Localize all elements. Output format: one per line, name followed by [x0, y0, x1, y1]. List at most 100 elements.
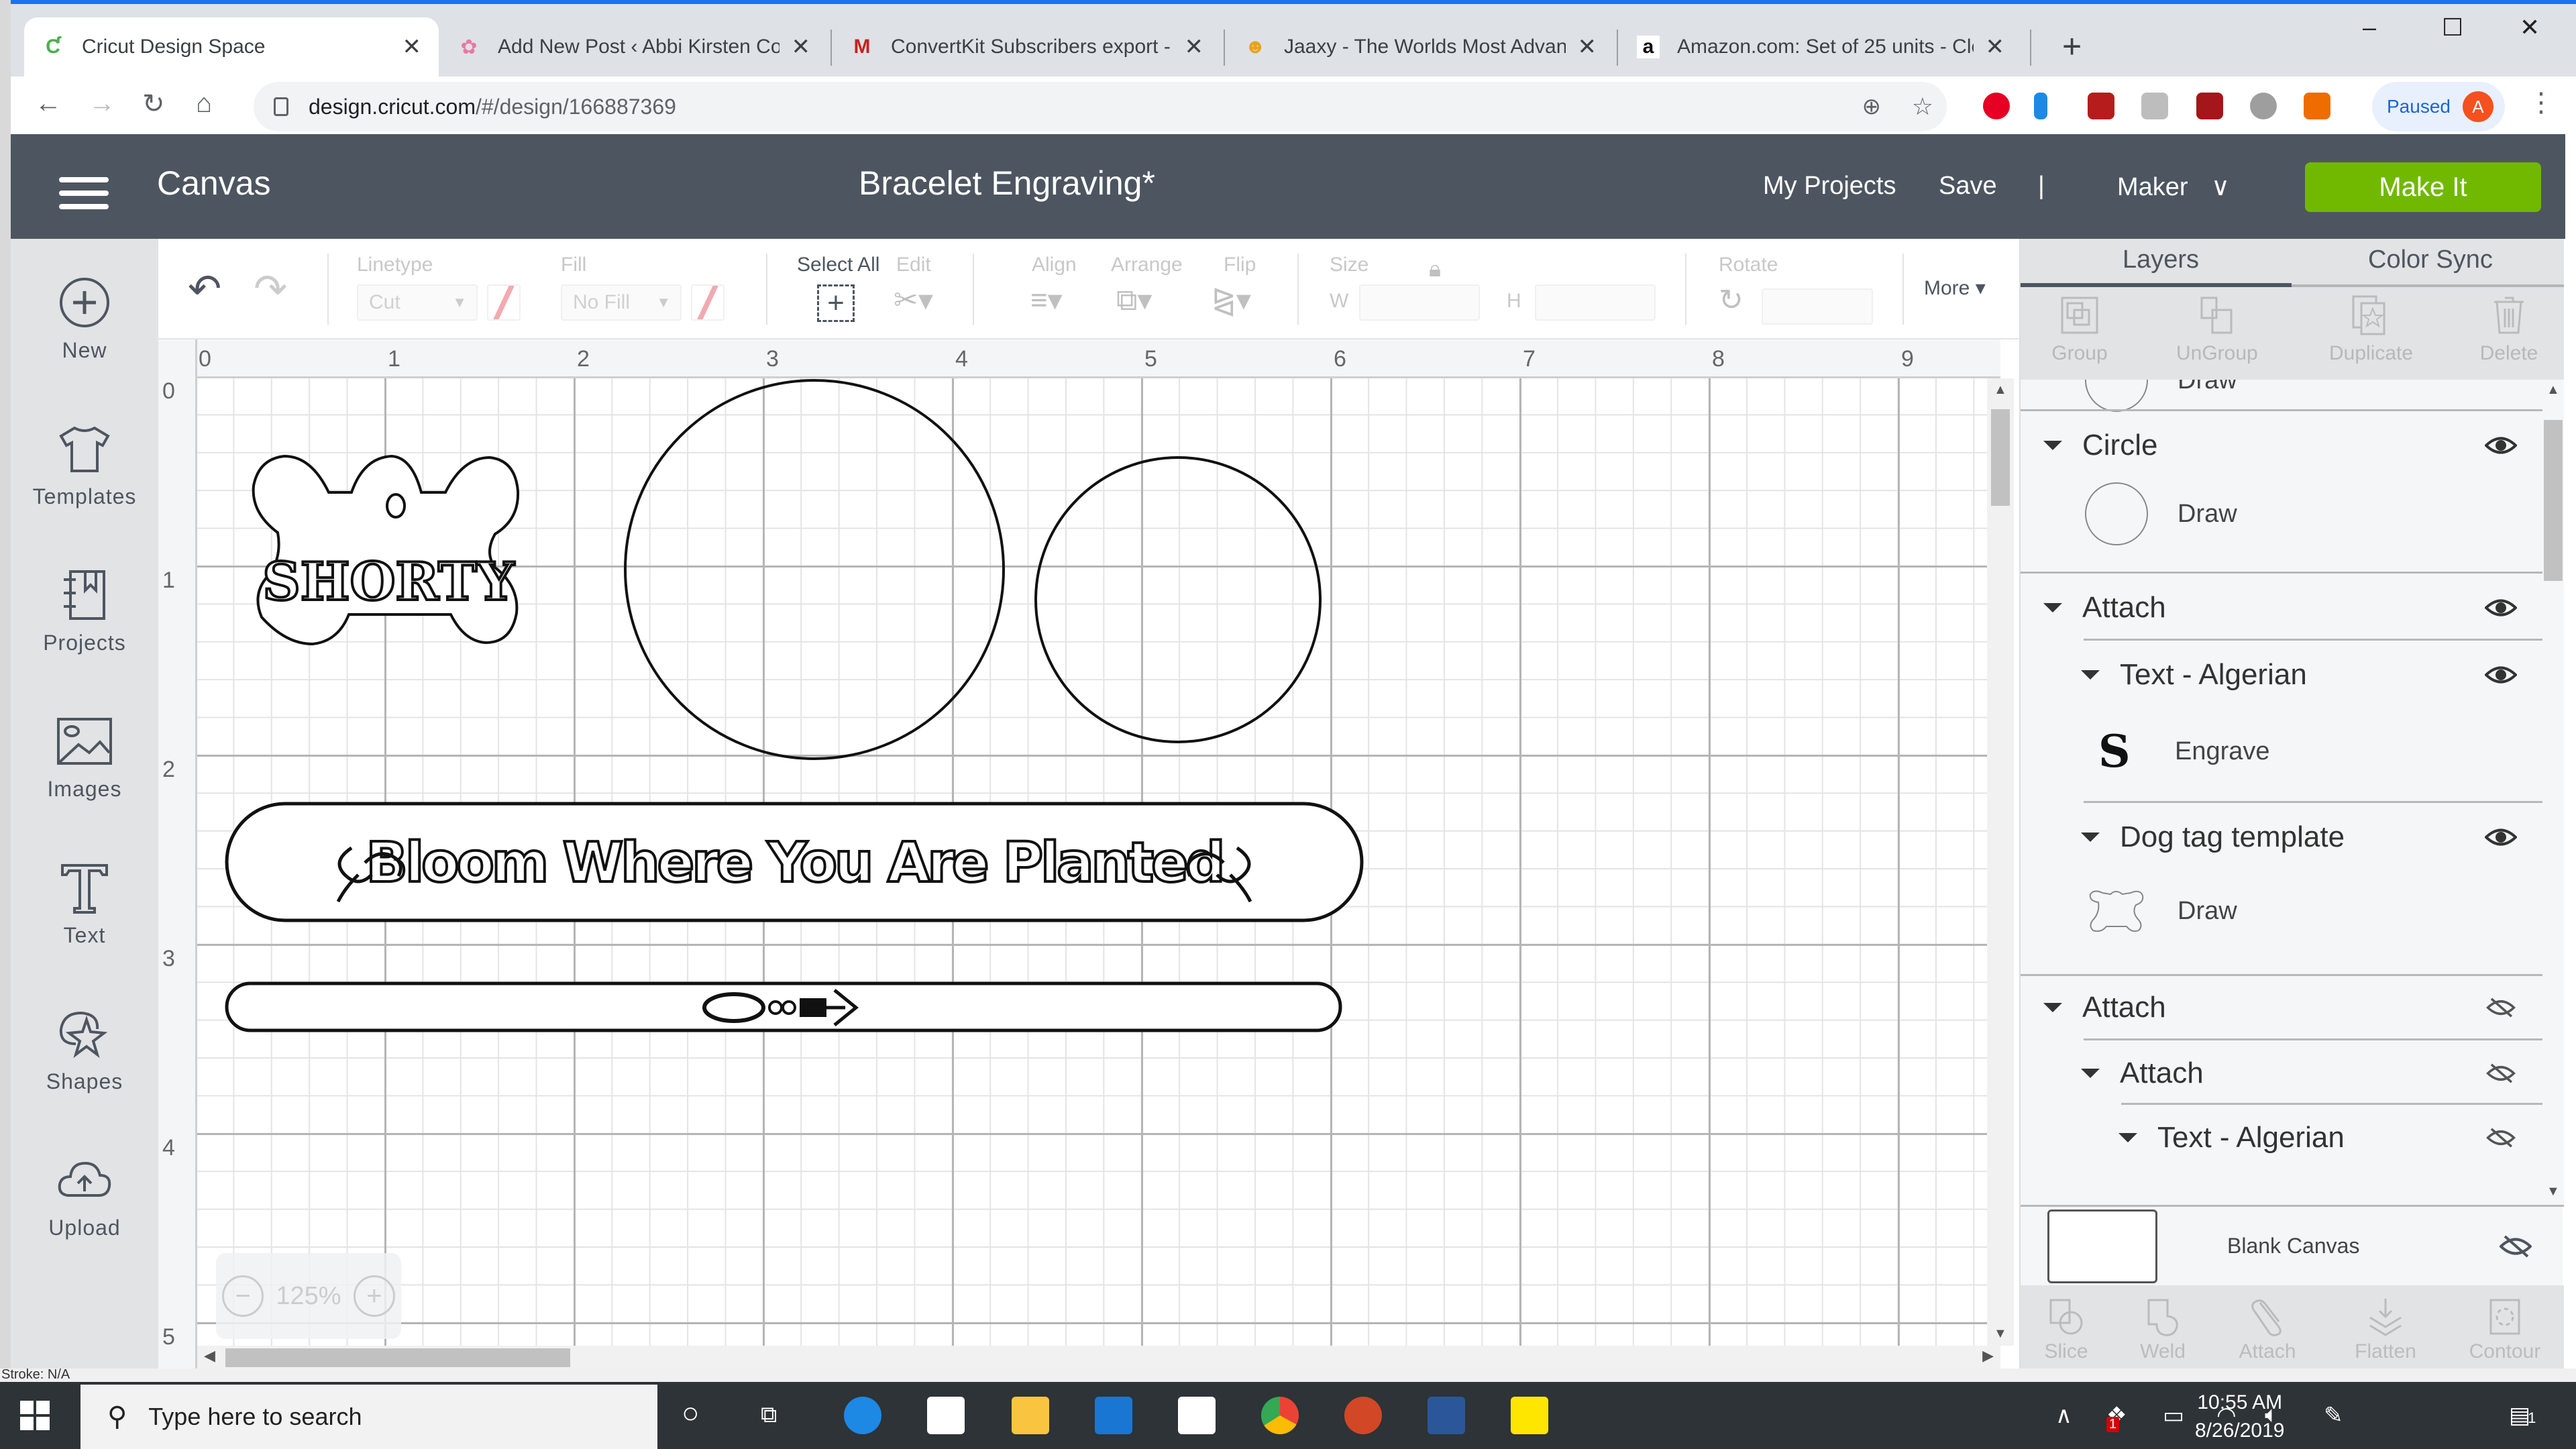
canvas-color-swatch[interactable]	[2047, 1209, 2157, 1283]
sidebar-item-shapes[interactable]: Shapes	[11, 1005, 158, 1151]
caret-down-icon[interactable]	[2081, 1069, 2100, 1078]
powerpoint-icon[interactable]	[1344, 1397, 1382, 1434]
scrollbar-thumb[interactable]	[2544, 420, 2563, 581]
profile-button[interactable]: Paused A	[2372, 82, 2505, 131]
eye-hidden-icon[interactable]	[2485, 998, 2517, 1018]
lock-aspect-icon[interactable]: 🔒︎	[1429, 256, 1441, 282]
hamburger-menu-icon[interactable]	[59, 177, 109, 209]
layer-group-dog-tag[interactable]: Dog tag template	[2021, 810, 2544, 864]
eye-hidden-icon[interactable]	[2485, 1063, 2517, 1083]
flatten-button[interactable]: Flatten	[2345, 1297, 2426, 1363]
close-tab-icon[interactable]: ✕	[1185, 34, 1204, 60]
browser-tab-jaaxy[interactable]: ☻ Jaaxy - The Worlds Most Advance ✕	[1226, 17, 1614, 76]
app-icon[interactable]	[1095, 1397, 1132, 1434]
layer-group-attach[interactable]: Attach	[2021, 581, 2544, 635]
acrobat-icon[interactable]	[2196, 93, 2223, 119]
system-clock[interactable]: 10:55 AM 8/26/2019	[2195, 1389, 2284, 1445]
layers-scrollbar[interactable]: ▲ ▼	[2542, 380, 2564, 1205]
fill-select[interactable]: No Fill ▼	[561, 284, 682, 321]
caret-down-icon[interactable]	[2118, 1133, 2137, 1142]
undo-icon[interactable]: ↶	[188, 266, 221, 313]
layer-item[interactable]: Draw	[2021, 480, 2544, 547]
linetype-color-swatch[interactable]	[487, 284, 521, 321]
ungroup-button[interactable]: UnGroup	[2176, 294, 2258, 365]
scroll-up-icon[interactable]: ▲	[2546, 382, 2560, 398]
close-window-button[interactable]: ✕	[2520, 13, 2540, 42]
extension-icon[interactable]	[2034, 93, 2047, 119]
caret-down-icon[interactable]	[2043, 441, 2062, 450]
sidebar-item-images[interactable]: Images	[11, 712, 158, 859]
layer-group-text-algerian[interactable]: Text - Algerian	[2021, 648, 2544, 702]
scroll-down-icon[interactable]: ▼	[2546, 1184, 2560, 1199]
large-circle-object[interactable]	[624, 379, 1005, 760]
back-icon[interactable]: ←	[35, 89, 62, 119]
cortana-icon[interactable]: ○	[682, 1397, 700, 1430]
browser-tab-convertkit[interactable]: M ConvertKit Subscribers export - a ✕	[833, 17, 1221, 76]
canvas-horizontal-scrollbar[interactable]: ◀ ▶	[197, 1346, 2000, 1368]
linetype-select[interactable]: Cut ▼	[357, 284, 478, 321]
zoom-in-button[interactable]: +	[353, 1275, 395, 1317]
rotate-input[interactable]	[1762, 288, 1873, 325]
design-canvas[interactable]: SHORTY Bloom Where You Are Planted	[197, 378, 2000, 1346]
layer-group-attach-nested[interactable]: Attach	[2021, 1046, 2544, 1100]
bookmark-star-icon[interactable]: ☆	[1912, 93, 1933, 121]
layer-group-attach-hidden[interactable]: Attach	[2021, 981, 2544, 1034]
sticky-notes-icon[interactable]	[1511, 1397, 1548, 1434]
word-icon[interactable]	[1428, 1397, 1465, 1434]
scroll-right-icon[interactable]: ▶	[1982, 1347, 1994, 1364]
eye-icon[interactable]	[2485, 665, 2517, 685]
my-projects-link[interactable]: My Projects	[1763, 172, 1896, 201]
taskbar-search[interactable]: ⚲ Type here to search	[80, 1385, 657, 1449]
chrome-icon[interactable]	[1261, 1397, 1299, 1434]
eye-hidden-icon[interactable]	[2485, 1128, 2517, 1148]
sidebar-item-projects[interactable]: Projects	[11, 566, 158, 712]
pen-icon[interactable]: ✎	[2324, 1402, 2343, 1429]
sidebar-item-text[interactable]: Text	[11, 859, 158, 1005]
bracelet-thin-object[interactable]	[225, 981, 1342, 1032]
group-button[interactable]: Group	[2039, 294, 2120, 365]
new-tab-button[interactable]: +	[2062, 27, 2082, 66]
maximize-button[interactable]: ☐	[2442, 13, 2463, 42]
forward-icon[interactable]: →	[89, 89, 115, 119]
save-button[interactable]: Save	[1939, 172, 1997, 201]
height-input[interactable]	[1535, 284, 1656, 321]
task-view-icon[interactable]: ⧉	[761, 1402, 777, 1428]
close-tab-icon[interactable]: ✕	[792, 34, 811, 60]
fill-color-swatch[interactable]	[691, 284, 724, 321]
browser-tab-add-post[interactable]: ✿ Add New Post ‹ Abbi Kirsten Colle ✕	[440, 17, 828, 76]
layer-item[interactable]: Draw	[2021, 380, 2544, 412]
notification-center-icon[interactable]: ▤1	[2509, 1402, 2536, 1429]
bracelet-wide-object[interactable]: Bloom Where You Are Planted	[225, 802, 1364, 922]
zoom-out-button[interactable]: −	[222, 1275, 264, 1317]
battery-icon[interactable]: ▭	[2163, 1402, 2184, 1429]
close-tab-icon[interactable]: ✕	[1578, 34, 1597, 60]
layer-group-text-algerian-hidden[interactable]: Text - Algerian	[2021, 1111, 2544, 1165]
windows-start-icon[interactable]	[20, 1401, 50, 1430]
blank-canvas-row[interactable]: Blank Canvas	[2021, 1205, 2564, 1285]
dog-tag-object[interactable]: SHORTY	[252, 454, 520, 646]
eye-hidden-icon[interactable]	[2500, 1235, 2532, 1258]
store-icon[interactable]	[927, 1397, 965, 1434]
globe-icon[interactable]	[2250, 93, 2277, 119]
sidebar-item-templates[interactable]: Templates	[11, 420, 158, 566]
small-circle-object[interactable]	[1034, 456, 1322, 743]
caret-down-icon[interactable]	[2081, 833, 2100, 842]
eye-icon[interactable]	[2485, 827, 2517, 847]
browser-tab-amazon[interactable]: a Amazon.com: Set of 25 units - Cle ✕	[1619, 17, 2022, 76]
caret-down-icon[interactable]	[2043, 603, 2062, 612]
select-all-label[interactable]: Select All	[797, 254, 879, 276]
dropbox-icon[interactable]: ❖ 1	[2106, 1402, 2127, 1432]
sidebar-item-new[interactable]: New	[11, 274, 158, 420]
delete-button[interactable]: Delete	[2469, 294, 2549, 365]
more-button[interactable]: More ▾	[1924, 276, 1986, 300]
scrollbar-thumb[interactable]	[225, 1348, 570, 1367]
close-tab-icon[interactable]: ✕	[402, 34, 422, 60]
scroll-left-icon[interactable]: ◀	[204, 1347, 215, 1364]
canvas-vertical-scrollbar[interactable]: ▲ ▼	[1987, 378, 2014, 1346]
tab-color-sync[interactable]: Color Sync	[2368, 246, 2493, 274]
show-hidden-icons[interactable]: ∧	[2055, 1402, 2072, 1429]
layer-group-circle[interactable]: Circle	[2021, 419, 2544, 472]
pinterest-icon[interactable]	[1983, 93, 2010, 119]
edge-icon[interactable]	[844, 1397, 881, 1434]
contour-button[interactable]: Contour	[2465, 1297, 2545, 1363]
